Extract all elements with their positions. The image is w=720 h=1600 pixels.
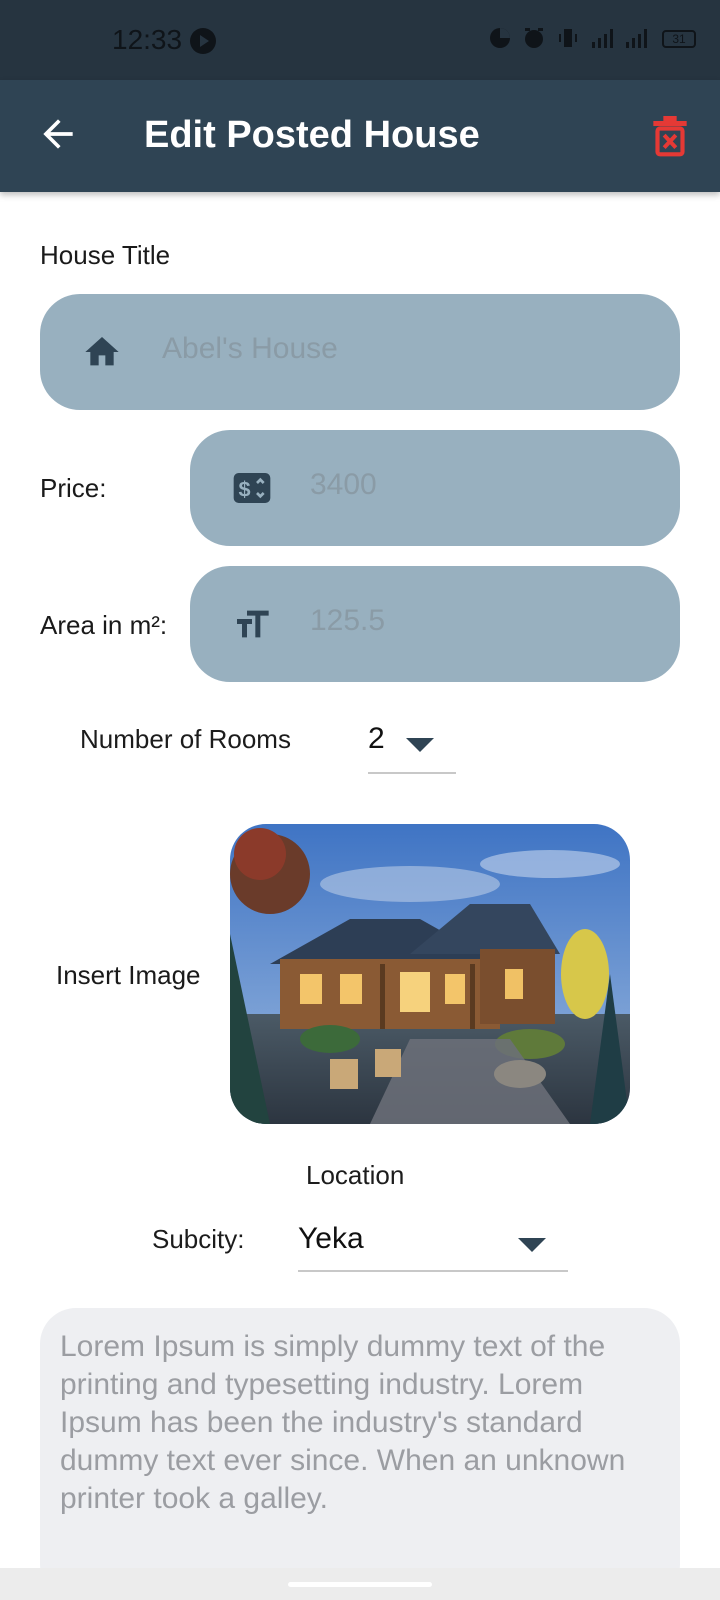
text-size-icon [237,610,269,638]
house-image[interactable] [230,824,630,1124]
page-title: Edit Posted House [144,114,480,156]
area-label: Area in m²: [40,610,168,640]
chevron-down-icon [518,1238,546,1252]
chevron-down-icon [406,738,434,752]
house-photo-illustration [230,824,630,1124]
home-icon [85,337,119,366]
battery-indicator: 31 [662,30,696,48]
description-field[interactable]: Lorem Ipsum is simply dummy text of the … [40,1308,680,1600]
status-time: 12:33 [112,24,183,55]
svg-text:$: $ [238,476,250,501]
subcity-value: Yeka [298,1222,364,1255]
price-label: Price: [40,473,107,503]
alarm-icon [525,28,543,48]
insert-image-label: Insert Image [56,960,201,990]
system-nav-bar [0,1568,720,1600]
app-bar: Edit Posted House [0,80,720,192]
price-field[interactable]: $ 3400 [190,430,680,546]
house-title-label: House Title [40,240,171,270]
data-saver-icon [490,28,510,48]
price-input[interactable]: 3400 [310,468,377,502]
location-label: Location [306,1160,405,1190]
subcity-label: Subcity: [152,1224,245,1254]
rooms-label: Number of Rooms [80,724,291,754]
area-input[interactable]: 125.5 [310,604,385,638]
description-text[interactable]: Lorem Ipsum is simply dummy text of the … [60,1328,660,1518]
subcity-dropdown[interactable]: Yeka [298,1214,568,1272]
status-icons [488,26,648,50]
dollar-icon: $ [233,473,271,503]
rooms-value: 2 [368,722,385,755]
home-gesture-pill[interactable] [288,1582,432,1587]
rooms-dropdown[interactable]: 2 [368,718,456,774]
status-bar: 12:33 31 [0,0,720,80]
house-title-input[interactable]: Abel's House [162,332,338,366]
vibrate-icon [559,29,577,47]
back-arrow-icon[interactable] [36,112,80,156]
signal-icon [626,29,647,48]
delete-trash-icon[interactable] [650,114,690,158]
media-play-icon [190,28,216,54]
area-field[interactable]: 125.5 [190,566,680,682]
house-title-field[interactable]: Abel's House [40,294,680,410]
signal-icon [592,29,613,48]
